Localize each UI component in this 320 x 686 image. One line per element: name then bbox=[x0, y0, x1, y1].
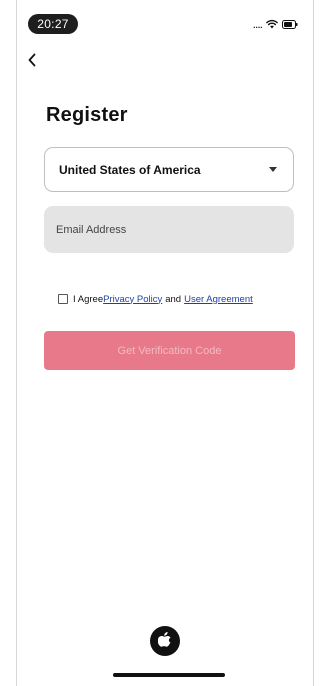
user-agreement-link[interactable]: User Agreement bbox=[184, 294, 253, 305]
caret-down-icon bbox=[269, 167, 277, 172]
wifi-icon bbox=[266, 19, 278, 29]
get-verification-code-button[interactable]: Get Verification Code bbox=[44, 331, 295, 370]
privacy-policy-link[interactable]: Privacy Policy bbox=[103, 294, 162, 305]
page-title: Register bbox=[46, 104, 128, 126]
chevron-left-icon bbox=[27, 53, 37, 72]
agreement-checkbox[interactable] bbox=[58, 294, 68, 304]
signal-indicator: .... bbox=[252, 17, 263, 31]
status-icons: .... bbox=[253, 18, 298, 30]
back-button[interactable] bbox=[22, 52, 42, 72]
email-field[interactable] bbox=[44, 206, 294, 253]
country-select[interactable]: United States of America bbox=[44, 147, 294, 192]
apple-sign-in-button[interactable] bbox=[150, 626, 180, 656]
country-select-value: United States of America bbox=[59, 163, 201, 177]
apple-logo-icon bbox=[157, 631, 172, 652]
agreement-row: I Agree Privacy Policy and User Agreemen… bbox=[58, 292, 253, 306]
status-time: 20:27 bbox=[28, 14, 78, 34]
battery-icon bbox=[282, 19, 298, 29]
agreement-conjunction: and bbox=[165, 293, 182, 305]
agreement-prefix: I Agree bbox=[73, 293, 104, 305]
home-indicator bbox=[113, 673, 225, 677]
